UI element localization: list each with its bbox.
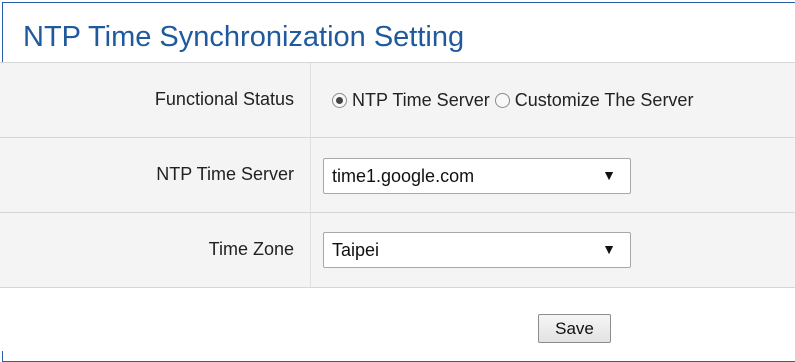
functional-status-row: Functional Status NTP Time Server Custom… [0, 62, 795, 138]
time-zone-label: Time Zone [208, 239, 294, 259]
ntp-time-server-label: NTP Time Server [156, 164, 294, 184]
ntp-time-server-radio[interactable] [332, 93, 347, 108]
dropdown-arrow-icon: ▼ [602, 167, 616, 183]
functional-status-label: Functional Status [154, 89, 294, 109]
label-cell: Time Zone [0, 213, 311, 287]
ntp-time-server-radio-label[interactable]: NTP Time Server [352, 90, 490, 111]
label-cell: Functional Status [0, 63, 311, 137]
functional-status-radio-group: NTP Time Server Customize The Server [332, 90, 698, 111]
label-cell: NTP Time Server [0, 138, 311, 212]
save-button[interactable]: Save [538, 314, 611, 343]
ntp-time-server-value: time1.google.com [332, 166, 475, 186]
page-title: NTP Time Synchronization Setting [23, 21, 465, 53]
time-zone-value: Taipei [332, 240, 380, 260]
time-zone-row: Time Zone Taipei ▼ [0, 213, 795, 288]
customize-server-radio-label[interactable]: Customize The Server [515, 90, 694, 111]
time-zone-select[interactable]: Taipei ▼ [323, 232, 631, 268]
ntp-time-server-select[interactable]: time1.google.com ▼ [323, 158, 631, 194]
dropdown-arrow-icon: ▼ [602, 241, 616, 257]
save-row: Save [0, 288, 795, 351]
ntp-time-server-row: NTP Time Server time1.google.com ▼ [0, 138, 795, 213]
customize-server-radio[interactable] [494, 93, 510, 108]
